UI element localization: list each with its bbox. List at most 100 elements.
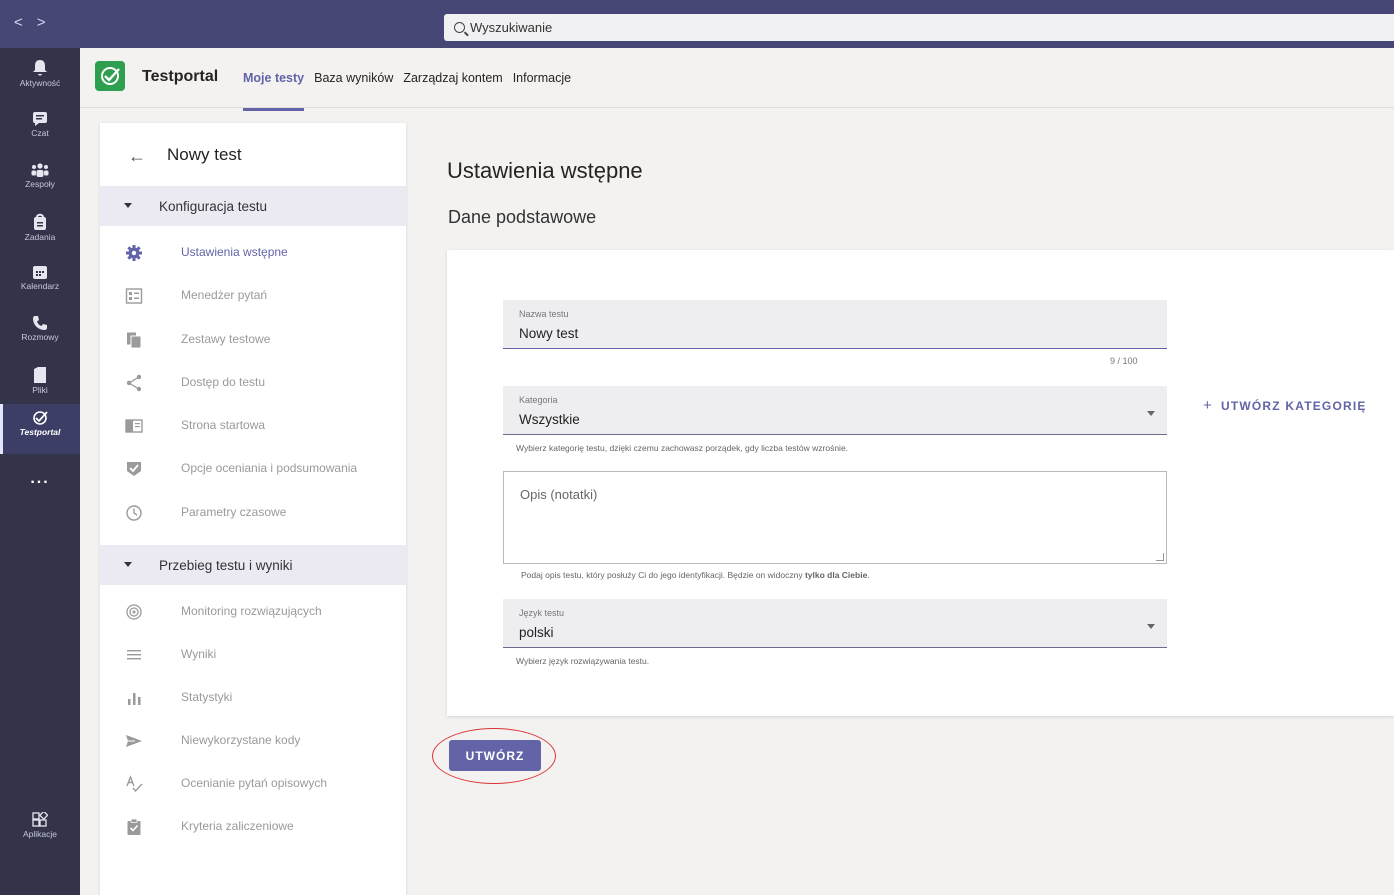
apps-icon [32, 812, 48, 827]
tab-moje-testy[interactable]: Moje testy [243, 71, 305, 111]
tab-baza-wynikow[interactable]: Baza wyników [314, 71, 393, 85]
question-manager-icon [125, 288, 143, 304]
rail-label: Zespoły [25, 179, 55, 189]
calendar-icon [33, 266, 47, 279]
plus-icon: + [1203, 397, 1213, 414]
sidebar-item-zestawy[interactable]: Zestawy testowe [100, 320, 406, 360]
rail-item-assignments[interactable]: Zadania [0, 207, 80, 257]
rail-item-activity[interactable]: Aktywność [0, 53, 80, 103]
copy-icon [127, 332, 142, 349]
start-page-icon [125, 419, 143, 433]
sidebar-title: Nowy test [167, 145, 242, 164]
rail-label: Aplikacje [22, 829, 58, 839]
rail-label: Testportal [19, 427, 61, 437]
rail-label: Rozmowy [21, 332, 59, 342]
sidebar-item-monitoring[interactable]: Monitoring rozwiązujących [100, 592, 406, 632]
description-hint: Podaj opis testu, który posłuży Ci do je… [521, 570, 870, 580]
sidebar-item-parametry[interactable]: Parametry czasowe [100, 493, 406, 533]
test-name-field[interactable]: Nazwa testu Nowy test [503, 300, 1167, 349]
app-name: Testportal [142, 68, 219, 85]
sidebar-item-label: Monitoring rozwiązujących [181, 604, 322, 618]
share-icon [126, 374, 142, 392]
send-icon [126, 735, 142, 747]
caret-down-icon [124, 562, 132, 567]
description-textarea[interactable]: Opis (notatki) [503, 471, 1167, 564]
field-label: Nazwa testu [519, 309, 569, 319]
sidebar-header: ← Nowy test [100, 123, 406, 185]
clock-icon [126, 505, 142, 521]
sidebar-item-opcje[interactable]: Opcje oceniania i podsumowania [100, 449, 406, 489]
rail-item-files[interactable]: Pliki [0, 360, 80, 410]
test-sidebar: ← Nowy test Konfiguracja testu Ustawieni… [100, 123, 406, 895]
category-select[interactable]: Kategoria Wszystkie [503, 386, 1167, 435]
sidebar-item-statystyki[interactable]: Statystyki [100, 678, 406, 718]
bell-icon [33, 60, 47, 76]
rail-item-calendar[interactable]: Kalendarz [0, 258, 80, 308]
rail-label: Kalendarz [20, 281, 60, 291]
page-title: Ustawienia wstępne [447, 158, 643, 183]
sidebar-item-kody[interactable]: Niewykorzystane kody [100, 721, 406, 761]
sidebar-item-label: Strona startowa [181, 418, 266, 432]
back-arrow-icon[interactable]: ← [128, 146, 146, 167]
forward-nav-button[interactable]: > [37, 14, 60, 31]
sidebar-item-strona[interactable]: Strona startowa [100, 406, 406, 446]
rail-item-testportal[interactable]: Testportal [0, 404, 80, 454]
rail-item-chat[interactable]: Czat [0, 105, 80, 155]
sidebar-item-label: Wyniki [181, 647, 217, 661]
create-category-button[interactable]: + UTWÓRZ KATEGORIĘ [1203, 397, 1367, 414]
more-apps-button[interactable]: ... [0, 470, 80, 488]
testportal-logo-icon [101, 67, 120, 85]
sidebar-item-ocenianie[interactable]: Ocenianie pytań opisowych [100, 764, 406, 804]
testportal-icon [33, 411, 48, 425]
title-bar: <> Wyszukiwanie [0, 0, 1394, 48]
sidebar-item-wyniki[interactable]: Wyniki [100, 635, 406, 675]
search-input[interactable]: Wyszukiwanie [444, 14, 1394, 41]
back-nav-button[interactable]: < [14, 14, 37, 31]
resize-grip-icon[interactable] [1156, 553, 1164, 561]
sidebar-item-label: Ustawienia wstępne [181, 245, 288, 259]
rail-label: Zadania [24, 232, 56, 242]
dropdown-arrow-icon [1147, 411, 1155, 416]
app-header: Testportal Moje testy Baza wyników Zarzą… [80, 48, 1394, 111]
sidebar-item-dostep[interactable]: Dostęp do testu [100, 363, 406, 403]
description-hint-bold: tylko dla Ciebie [804, 570, 868, 580]
caret-down-icon [124, 203, 132, 208]
sidebar-item-label: Statystyki [181, 690, 233, 704]
sidebar-item-label: Menedżer pytań [181, 288, 268, 302]
testportal-logo [95, 61, 125, 91]
bar-chart-icon [128, 693, 141, 705]
file-icon [34, 367, 46, 383]
create-button[interactable]: UTWÓRZ [449, 740, 541, 771]
app-rail: Aktywność Czat Zespoły Zadania Kalendarz… [0, 48, 80, 895]
sidebar-item-label: Opcje oceniania i podsumowania [181, 461, 358, 475]
tab-zarzadzaj-kontem[interactable]: Zarządzaj kontem [403, 71, 502, 85]
sidebar-item-label: Zestawy testowe [181, 332, 271, 346]
section-title: Przebieg testu i wyniki [159, 557, 293, 573]
clipboard-check-icon [127, 818, 141, 835]
field-value: polski [519, 625, 554, 640]
sidebar-item-menedzer[interactable]: Menedżer pytań [100, 276, 406, 316]
sidebar-item-kryteria[interactable]: Kryteria zaliczeniowe [100, 807, 406, 847]
teams-icon [31, 163, 49, 177]
tab-informacje[interactable]: Informacje [513, 71, 571, 85]
rail-item-teams[interactable]: Zespoły [0, 156, 80, 206]
spellcheck-icon [126, 775, 143, 793]
sidebar-item-label: Dostęp do testu [181, 375, 266, 389]
language-select[interactable]: Język testu polski [503, 599, 1167, 648]
sidebar-item-label: Kryteria zaliczeniowe [181, 819, 294, 833]
chat-icon [33, 112, 47, 126]
field-value: Nowy test [519, 326, 579, 341]
section-konfiguracja[interactable]: Konfiguracja testu [100, 186, 406, 226]
gear-icon [126, 245, 142, 261]
monitoring-icon [126, 604, 142, 620]
rail-item-apps[interactable]: Aplikacje [0, 806, 80, 856]
category-hint: Wybierz kategorię testu, dzięki czemu za… [516, 443, 849, 453]
rail-label: Pliki [32, 385, 48, 395]
field-label: Kategoria [519, 395, 558, 405]
rail-item-calls[interactable]: Rozmowy [0, 309, 80, 359]
description-hint-text: Podaj opis testu, który posłuży Ci do je… [521, 570, 805, 580]
sidebar-item-ustawienia[interactable]: Ustawienia wstępne [100, 233, 406, 273]
description-hint-end: . [867, 570, 870, 580]
language-hint: Wybierz język rozwiązywania testu. [516, 656, 650, 666]
section-przebieg[interactable]: Przebieg testu i wyniki [100, 545, 406, 585]
